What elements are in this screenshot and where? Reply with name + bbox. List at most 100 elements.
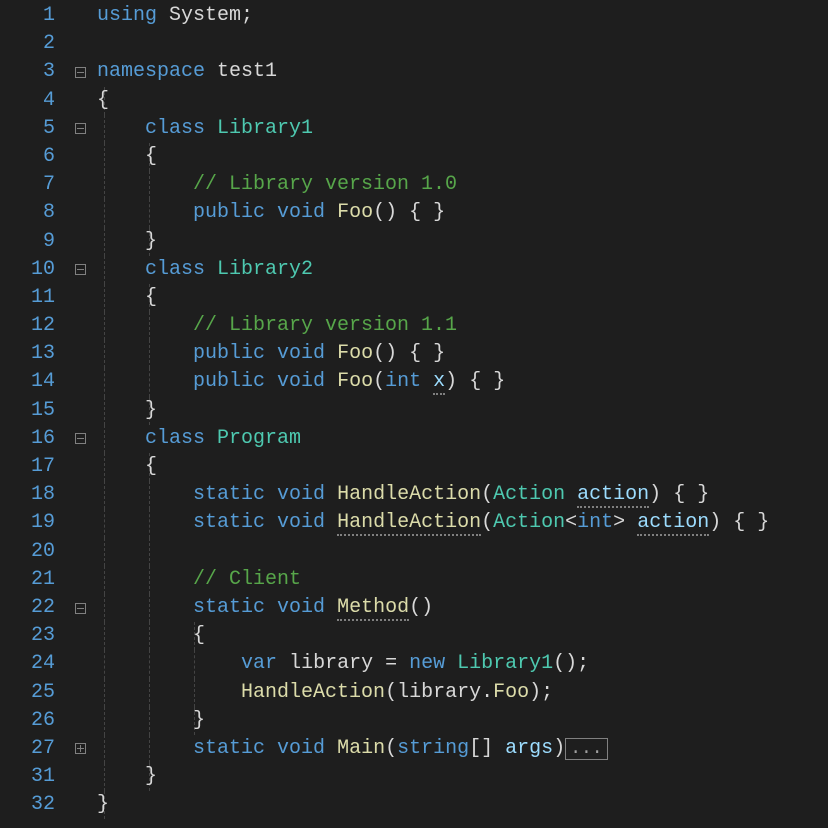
- keyword: new: [409, 652, 445, 675]
- code-line[interactable]: 20: [0, 538, 828, 566]
- code-line[interactable]: 14 public void Foo(int x) { }: [0, 368, 828, 396]
- parameter: args: [505, 737, 553, 760]
- code-line[interactable]: 1 using System;: [0, 2, 828, 30]
- line-number: 10: [0, 256, 63, 284]
- code-line[interactable]: 12 // Library version 1.1: [0, 312, 828, 340]
- brace: { }: [409, 342, 445, 365]
- code-editor[interactable]: 1 using System; 2 3 namespace test1 4 { …: [0, 0, 828, 819]
- fold-gutter: [63, 2, 97, 30]
- code-line[interactable]: 31 }: [0, 763, 828, 791]
- code-line[interactable]: 19 static void HandleAction(Action<int> …: [0, 509, 828, 537]
- code-line[interactable]: 13 public void Foo() { }: [0, 340, 828, 368]
- code-line[interactable]: 6 {: [0, 143, 828, 171]
- code-line[interactable]: 11 {: [0, 284, 828, 312]
- code-line[interactable]: 2: [0, 30, 828, 58]
- keyword: static: [193, 483, 265, 506]
- method-name: Foo: [337, 201, 373, 224]
- punct: ): [553, 737, 565, 760]
- collapse-icon: [75, 603, 86, 614]
- punct: ;: [241, 4, 253, 27]
- line-number: 26: [0, 707, 63, 735]
- code-line[interactable]: 32 }: [0, 791, 828, 819]
- collapse-icon: [75, 264, 86, 275]
- fold-gutter: [63, 30, 97, 58]
- code-line[interactable]: 8 public void Foo() { }: [0, 199, 828, 227]
- punct: ]: [481, 737, 493, 760]
- keyword: string: [397, 737, 469, 760]
- fold-toggle[interactable]: [63, 425, 97, 453]
- type-name: Library1: [217, 117, 313, 140]
- code-line[interactable]: 26 }: [0, 707, 828, 735]
- fold-toggle[interactable]: [63, 594, 97, 622]
- folded-region[interactable]: ...: [565, 738, 607, 760]
- keyword: void: [277, 737, 325, 760]
- keyword: void: [277, 201, 325, 224]
- parameter: x: [433, 370, 445, 395]
- fold-toggle[interactable]: [63, 58, 97, 86]
- punct: ;: [541, 681, 553, 704]
- punct: ): [445, 370, 457, 393]
- code-line[interactable]: 24 var library = new Library1();: [0, 650, 828, 678]
- code-line[interactable]: 5 class Library1: [0, 115, 828, 143]
- keyword: public: [193, 201, 265, 224]
- brace: }: [145, 399, 157, 422]
- code-line[interactable]: 27 static void Main(string[] args)...: [0, 735, 828, 763]
- code-line[interactable]: 23 {: [0, 622, 828, 650]
- type-name: Action: [493, 511, 565, 534]
- code-line[interactable]: 10 class Library2: [0, 256, 828, 284]
- brace: }: [193, 709, 205, 732]
- fold-toggle[interactable]: [63, 115, 97, 143]
- brace: {: [145, 455, 157, 478]
- line-number: 2: [0, 30, 63, 58]
- keyword: void: [277, 511, 325, 534]
- fold-toggle[interactable]: [63, 256, 97, 284]
- method-name: Main: [337, 737, 385, 760]
- punct: <: [565, 511, 577, 534]
- expand-icon: [75, 743, 86, 754]
- keyword: void: [277, 483, 325, 506]
- code-line[interactable]: 21 // Client: [0, 566, 828, 594]
- code-line[interactable]: 25 HandleAction(library.Foo);: [0, 679, 828, 707]
- code-line[interactable]: 3 namespace test1: [0, 58, 828, 86]
- type-name: Action: [493, 483, 565, 506]
- method-name: Foo: [337, 342, 373, 365]
- code-line[interactable]: 18 static void HandleAction(Action actio…: [0, 481, 828, 509]
- punct: (: [481, 511, 493, 534]
- keyword-namespace: namespace: [97, 60, 205, 83]
- code-line[interactable]: 15 }: [0, 397, 828, 425]
- code-line[interactable]: 22 static void Method(): [0, 594, 828, 622]
- code-line[interactable]: 17 {: [0, 453, 828, 481]
- keyword: public: [193, 342, 265, 365]
- punct: >: [613, 511, 625, 534]
- punct: (): [373, 201, 397, 224]
- line-number: 17: [0, 453, 63, 481]
- line-number: 3: [0, 58, 63, 86]
- fold-toggle[interactable]: [63, 735, 97, 763]
- line-number: 21: [0, 566, 63, 594]
- line-number: 31: [0, 763, 63, 791]
- line-number: 15: [0, 397, 63, 425]
- keyword: void: [277, 596, 325, 619]
- line-number: 5: [0, 115, 63, 143]
- line-number: 20: [0, 538, 63, 566]
- type-name: Library1: [457, 652, 553, 675]
- line-number: 6: [0, 143, 63, 171]
- brace: {: [97, 89, 109, 112]
- method-name: Foo: [337, 370, 373, 393]
- line-number: 4: [0, 87, 63, 115]
- code-line[interactable]: 9 }: [0, 228, 828, 256]
- type-name: Library2: [217, 258, 313, 281]
- code-line[interactable]: 7 // Library version 1.0: [0, 171, 828, 199]
- keyword-class: class: [145, 427, 205, 450]
- punct: (): [373, 342, 397, 365]
- identifier: library: [289, 652, 373, 675]
- punct: ): [709, 511, 721, 534]
- comment: // Library version 1.0: [193, 173, 457, 196]
- parameter: action: [577, 483, 649, 508]
- code-line[interactable]: 16 class Program: [0, 425, 828, 453]
- line-number: 22: [0, 594, 63, 622]
- code-line[interactable]: 4 {: [0, 87, 828, 115]
- line-number: 18: [0, 481, 63, 509]
- keyword: void: [277, 342, 325, 365]
- punct: (: [481, 483, 493, 506]
